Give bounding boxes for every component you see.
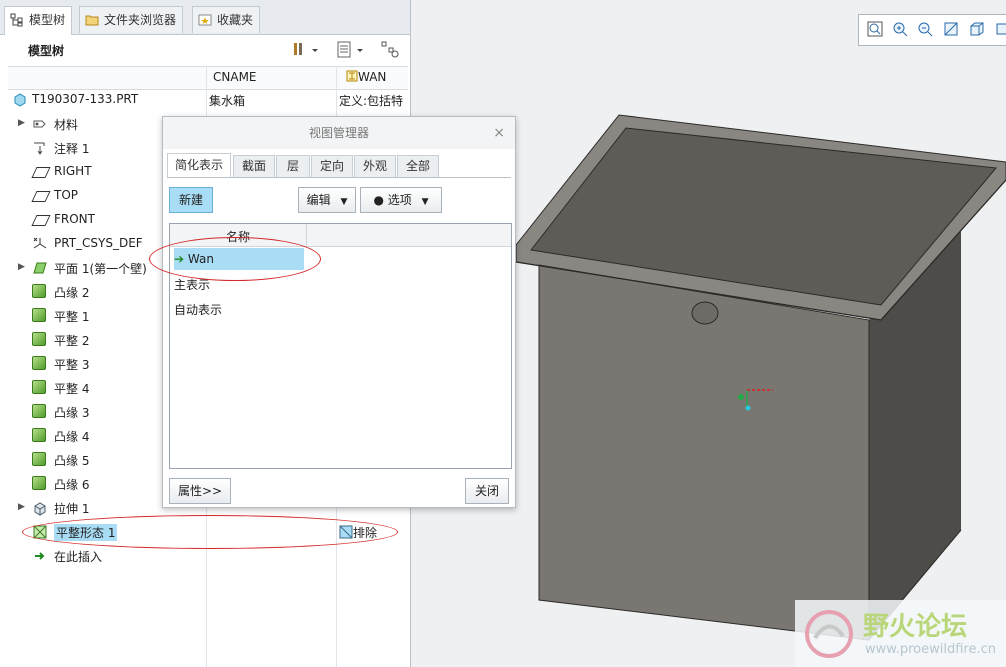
tab-model-tree[interactable]: 模型树 — [4, 6, 73, 35]
highlight-annotation-oval — [149, 237, 321, 281]
edit-label: 编辑 — [306, 193, 331, 207]
flat-wall-icon — [32, 356, 48, 372]
root-cname: 集水箱 — [209, 94, 246, 108]
tab-label: 文件夹浏览器 — [104, 13, 177, 27]
root-label: T190307-133.PRT — [32, 92, 139, 106]
options-dropdown[interactable]: ● 选项 ▼ — [360, 187, 442, 213]
tab-section[interactable]: 截面 — [233, 155, 275, 177]
highlight-annotation-oval — [22, 515, 398, 549]
dialog-tabs: 简化表示 截面 层 定向 外观 全部 — [167, 153, 511, 178]
dropdown-arrow-icon: ▼ — [421, 197, 429, 207]
view-cube-icon[interactable] — [969, 21, 985, 37]
options-label: 选项 — [387, 193, 412, 207]
tree-root-row[interactable]: T190307-133.PRT 集水箱 定义:包括特 — [0, 89, 410, 111]
tree-title: 模型树 — [28, 44, 65, 58]
insert-here-arrow-icon — [35, 552, 45, 560]
tab-appearance[interactable]: 外观 — [354, 155, 396, 177]
panel-tabs: 模型树 文件夹浏览器 收藏夹 — [0, 0, 410, 35]
expand-arrow-icon[interactable]: ▶ — [18, 502, 25, 512]
datum-plane-icon — [31, 164, 51, 180]
datum-plane-icon — [31, 188, 51, 204]
new-button[interactable]: 新建 — [169, 187, 213, 213]
datum-plane-icon — [31, 212, 51, 228]
tree-item-label: PRT_CSYS_DEF — [54, 236, 143, 250]
tab-favorites[interactable]: 收藏夹 — [192, 6, 261, 33]
repaint-icon[interactable] — [943, 21, 959, 37]
tab-label: 模型树 — [29, 13, 66, 27]
csys-icon — [33, 237, 47, 249]
tree-item-label: 注释 1 — [54, 142, 90, 156]
expand-arrow-icon[interactable]: ▶ — [18, 262, 25, 272]
column-cname[interactable]: CNAME — [213, 70, 257, 84]
zoom-fit-icon[interactable] — [867, 21, 883, 37]
material-icon — [33, 120, 46, 128]
zoom-in-icon[interactable] — [892, 21, 908, 37]
tab-orient[interactable]: 定向 — [311, 155, 353, 177]
tab-simplified-rep[interactable]: 简化表示 — [167, 153, 231, 177]
edit-dropdown[interactable]: 编辑 ▼ — [298, 187, 356, 213]
tree-item-label: 凸缘 4 — [54, 430, 90, 444]
annotation-icon — [34, 142, 45, 155]
column-wan[interactable]: WAN — [346, 70, 386, 84]
watermark-url: www.proewildfire.cn — [865, 642, 996, 657]
properties-button[interactable]: 属性>> — [169, 478, 231, 504]
expand-arrow-icon[interactable]: ▶ — [18, 118, 25, 128]
forum-watermark: 野火论坛 www.proewildfire.cn — [795, 600, 1006, 667]
model-tree-icon — [10, 13, 23, 27]
tree-item-label: 凸缘 3 — [54, 406, 90, 420]
show-columns-icon[interactable] — [336, 40, 366, 60]
root-wan: 定义:包括特 — [339, 94, 404, 108]
tree-item-label: RIGHT — [54, 164, 92, 178]
tree-settings-icon[interactable] — [292, 40, 320, 60]
tree-item-label: TOP — [54, 188, 79, 202]
dropdown-arrow-icon: ▼ — [340, 197, 348, 207]
tree-item-label: 凸缘 5 — [54, 454, 90, 468]
view-manager-dialog: 视图管理器 × 简化表示 截面 层 定向 外观 全部 新建 编辑 ▼ ● 选项 … — [149, 116, 516, 508]
flange-icon — [32, 404, 48, 420]
tree-column-header: CNAME WAN — [8, 66, 408, 90]
list-item-auto-rep[interactable]: 自动表示 — [174, 299, 222, 321]
view-toolbar — [858, 14, 1006, 46]
tree-item-label: 材料 — [54, 118, 79, 132]
sheetmetal-wall-icon — [33, 262, 47, 274]
tree-item-label: 平整 4 — [54, 382, 90, 396]
tab-label: 收藏夹 — [217, 13, 254, 27]
tree-item-label: 拉伸 1 — [54, 502, 90, 516]
close-button[interactable]: 关闭 — [465, 478, 509, 504]
dialog-title: 视图管理器 — [163, 117, 515, 149]
forum-logo-icon — [805, 610, 853, 658]
tree-item-label: 平整 2 — [54, 334, 90, 348]
flange-icon — [32, 284, 48, 300]
close-icon[interactable]: × — [493, 117, 505, 149]
tree-item-label: 凸缘 6 — [54, 478, 90, 492]
tab-all[interactable]: 全部 — [397, 155, 439, 177]
column-divider — [306, 224, 307, 246]
favorites-icon — [198, 14, 212, 26]
tree-item-label: 平整 3 — [54, 358, 90, 372]
flange-icon — [32, 428, 48, 444]
flange-icon — [32, 476, 48, 492]
tree-item-label: 凸缘 2 — [54, 286, 90, 300]
tree-filter-icon[interactable] — [380, 40, 402, 60]
part-icon — [14, 93, 26, 107]
extrude-icon — [34, 502, 46, 516]
flange-icon — [32, 452, 48, 468]
tab-folder-browser[interactable]: 文件夹浏览器 — [79, 6, 184, 33]
tree-header: 模型树 — [0, 36, 410, 64]
column-wan-label: WAN — [358, 70, 387, 84]
tree-item-label: 平面 1(第一个壁) — [54, 262, 147, 276]
display-style-icon[interactable] — [995, 21, 1006, 37]
parameter-icon — [346, 70, 358, 82]
tree-item-label: 平整 1 — [54, 310, 90, 324]
watermark-title: 野火论坛 — [863, 612, 968, 642]
folder-browser-icon — [85, 15, 99, 26]
flat-wall-icon — [32, 308, 48, 324]
eye-icon: ● — [373, 193, 384, 207]
flat-wall-icon — [32, 332, 48, 348]
tree-item-label: FRONT — [54, 212, 95, 226]
tab-layer[interactable]: 层 — [276, 155, 310, 177]
tree-item-label: 在此插入 — [54, 550, 103, 564]
flat-wall-icon — [32, 380, 48, 396]
zoom-out-icon[interactable] — [917, 21, 933, 37]
